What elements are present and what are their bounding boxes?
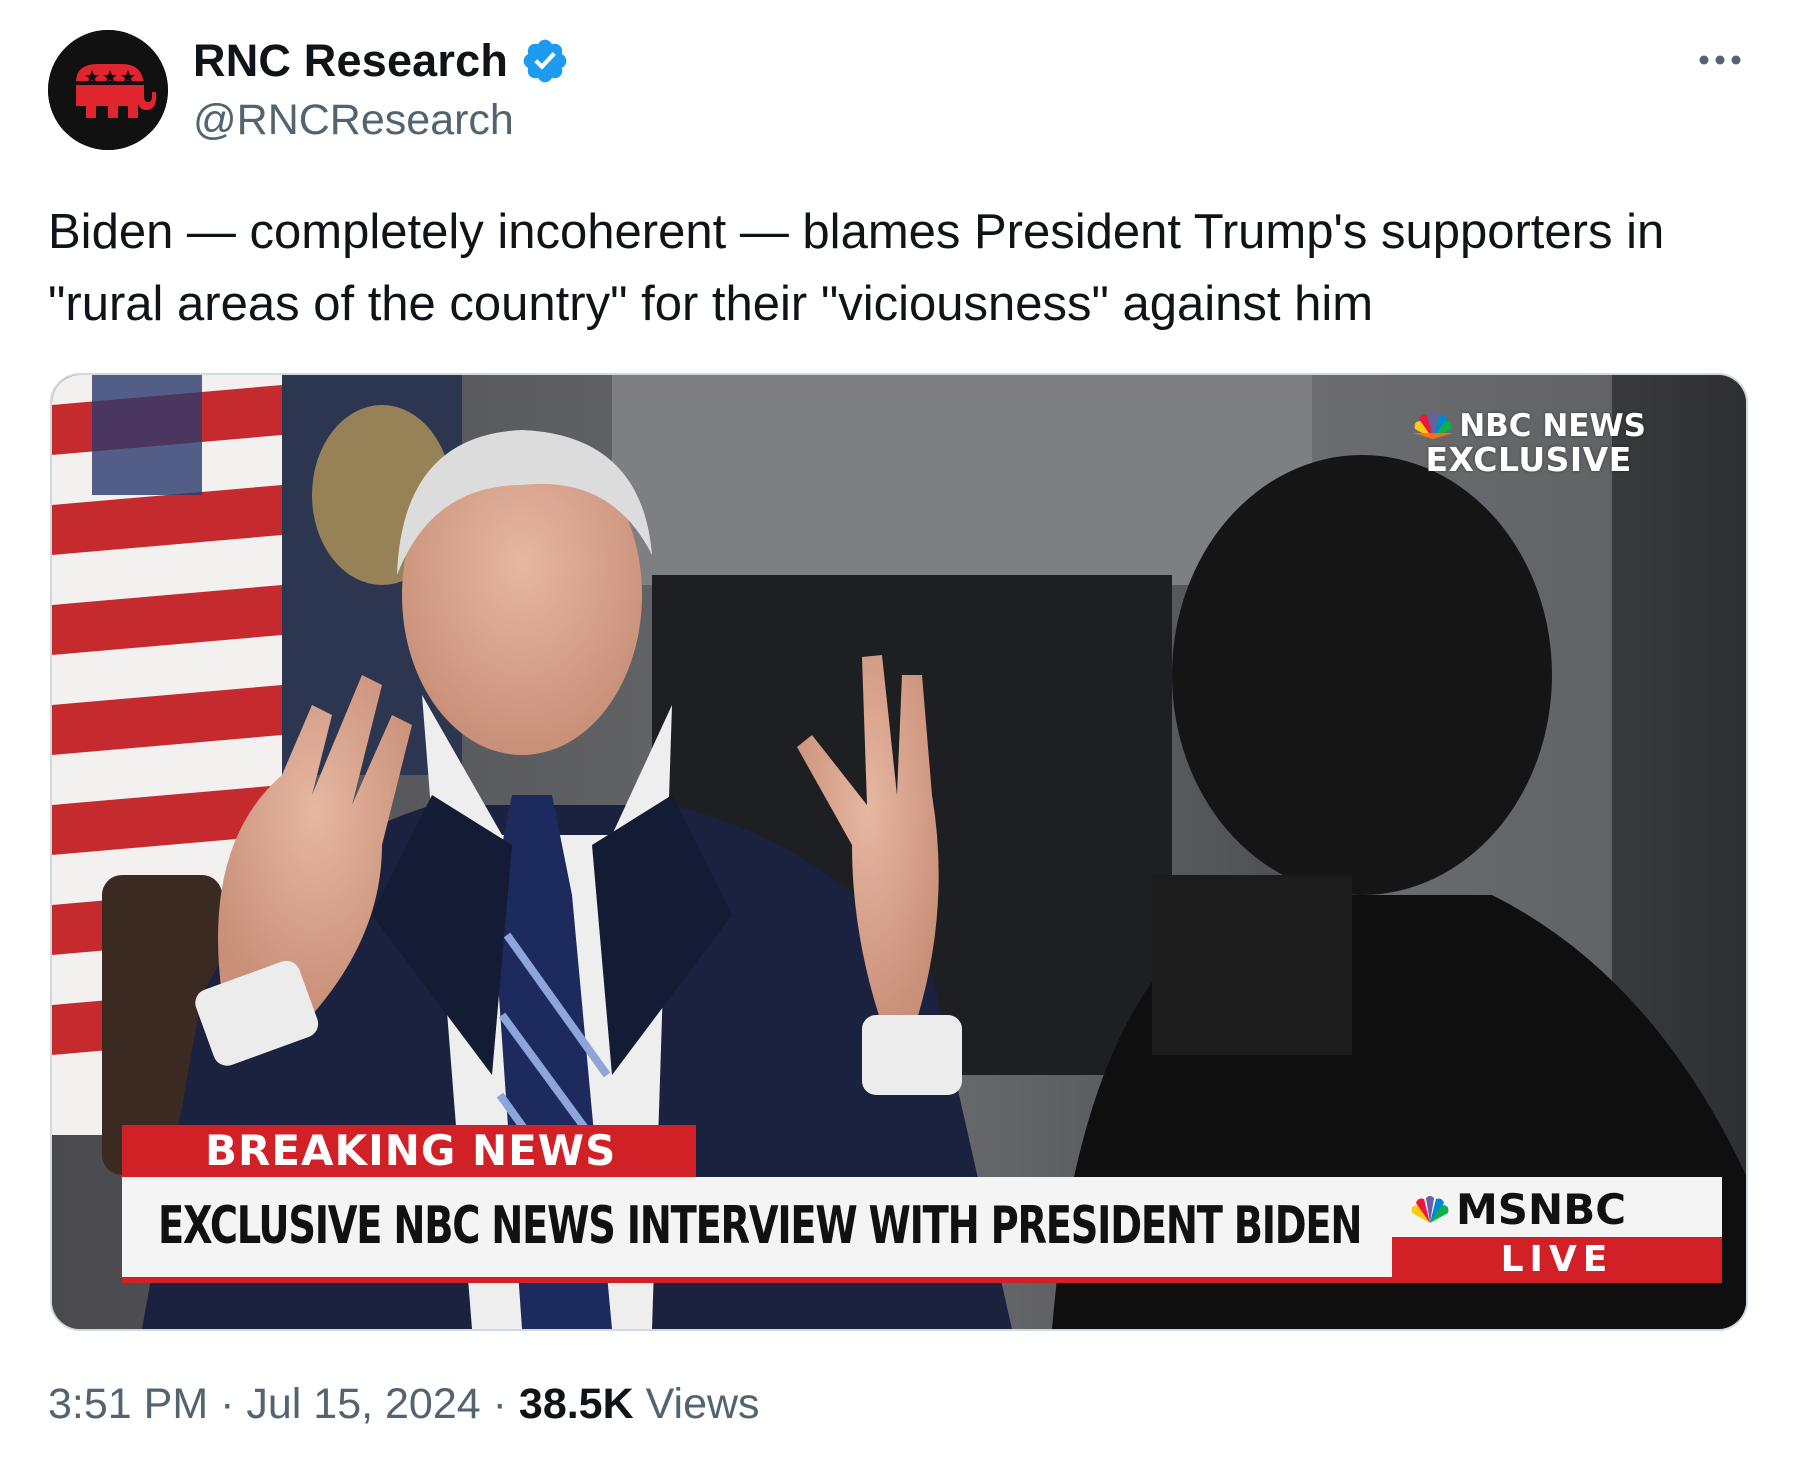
tweet-time[interactable]: 3:51 PM [48, 1380, 208, 1428]
peacock-logo [1411, 1195, 1449, 1223]
verified-badge-icon [523, 39, 567, 83]
meta-separator: · [220, 1380, 235, 1428]
avatar[interactable] [48, 30, 168, 150]
author-name-row[interactable]: RNC Research [193, 32, 570, 90]
tweet-date[interactable]: Jul 15, 2024 [246, 1380, 480, 1428]
live-label: LIVE [1392, 1237, 1722, 1283]
rnc-elephant-logo [48, 30, 168, 150]
meta-separator: · [492, 1380, 507, 1428]
author-handle[interactable]: @RNCResearch [193, 96, 514, 145]
nbc-news-exclusive-bug: NBC NEWS EXCLUSIVE [1411, 409, 1646, 477]
views-label: Views [645, 1380, 760, 1428]
peacock-logo [1413, 412, 1454, 439]
msnbc-live-badge: MSNBC LIVE [1392, 1177, 1722, 1283]
display-name[interactable]: RNC Research [193, 35, 508, 87]
network-name: MSNBC [1456, 1185, 1627, 1234]
tweet-text: Biden — completely incoherent — blames P… [48, 205, 1678, 331]
tweet-video-media[interactable]: NBC NEWS EXCLUSIVE BREAKING NEWS EXCLUSI… [50, 373, 1748, 1331]
lower-third-banner: EXCLUSIVE NBC NEWS INTERVIEW WITH PRESID… [122, 1177, 1447, 1283]
tweet: RNC Research @RNCResearch Biden — comple… [0, 0, 1795, 1472]
more-options-button[interactable] [1690, 30, 1750, 90]
views-count: 38.5K [518, 1380, 634, 1428]
breaking-news-label: BREAKING NEWS [122, 1125, 696, 1177]
news-headline: EXCLUSIVE NBC NEWS INTERVIEW WITH PRESID… [158, 1196, 1363, 1256]
bug-line-2: EXCLUSIVE [1425, 440, 1632, 479]
tweet-meta: 3:51 PM · Jul 15, 2024 · 38.5K Views [48, 1380, 760, 1429]
bug-line-1: NBC NEWS [1459, 408, 1646, 444]
more-options-icon [1699, 55, 1741, 65]
